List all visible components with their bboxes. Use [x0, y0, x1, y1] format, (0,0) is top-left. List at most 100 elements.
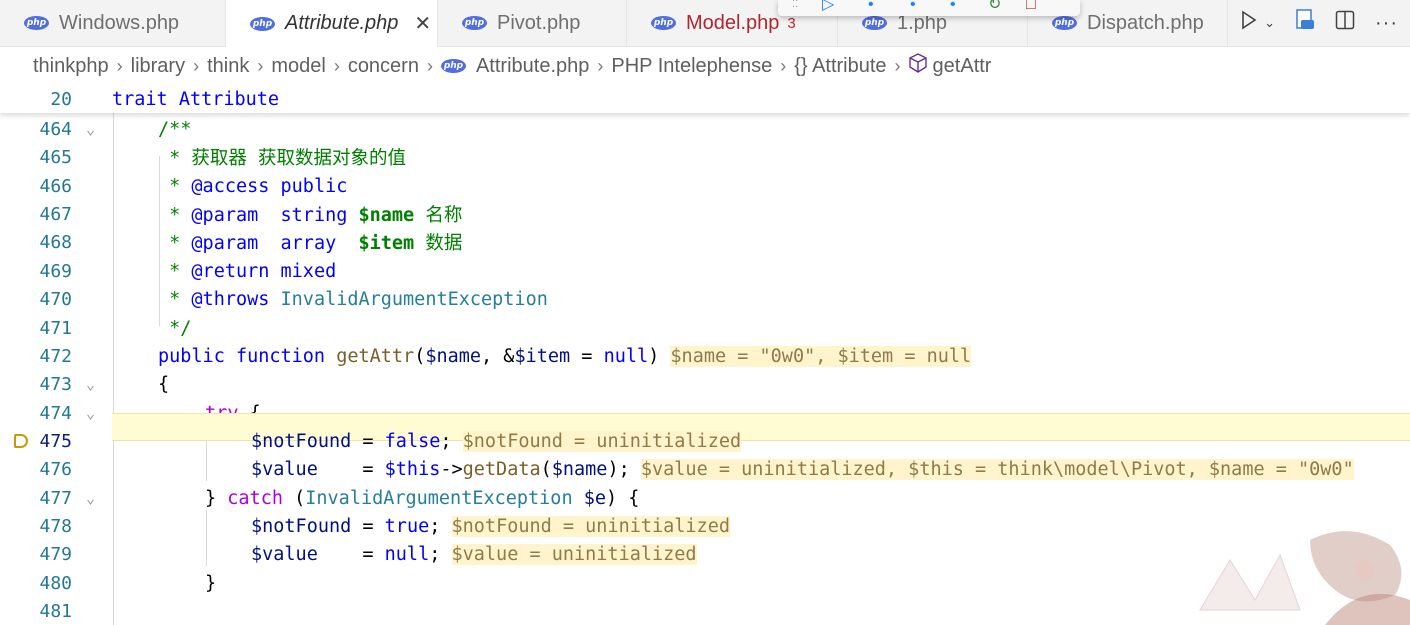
- variable: $e: [583, 487, 606, 509]
- restart-icon[interactable]: ↻: [988, 0, 1001, 13]
- punctuation: (: [540, 458, 552, 480]
- line-number: 465: [39, 146, 72, 168]
- inline-value: $notFound = uninitialized: [462, 430, 742, 452]
- line-number: 478: [39, 515, 72, 537]
- doc-tag: @param: [191, 233, 259, 254]
- code-line: 471 */: [0, 314, 1410, 342]
- code-editor[interactable]: 464 ⌄ /** 465 * 获取器 获取数据对象的值 466 * @acce…: [0, 85, 1410, 625]
- php-file-icon: php: [440, 59, 466, 73]
- comment: *: [158, 288, 192, 310]
- code-line: 465 * 获取器 获取数据对象的值: [0, 143, 1410, 171]
- split-editor-icon[interactable]: [1335, 10, 1355, 36]
- breadcrumb-item[interactable]: Attribute.php: [476, 55, 589, 78]
- doc-tag: @param: [191, 205, 259, 226]
- punctuation: , &: [481, 345, 515, 367]
- doc-var: $item: [358, 233, 415, 254]
- breadcrumb-item[interactable]: {} Attribute: [794, 55, 886, 78]
- tab-windows-php[interactable]: php Windows.php: [0, 0, 226, 46]
- step-into-icon[interactable]: •: [910, 0, 916, 13]
- chevron-right-icon: ›: [780, 55, 787, 76]
- continue-icon[interactable]: ▷: [822, 0, 834, 13]
- keyword: null: [384, 543, 430, 565]
- tab-label: Model.php: [686, 11, 780, 34]
- line-number: 481: [39, 600, 72, 622]
- doc-type: InvalidArgumentException: [269, 288, 548, 310]
- punctuation: =: [317, 543, 385, 565]
- sticky-code: trait Attribute: [112, 88, 280, 110]
- fold-chevron-icon[interactable]: ⌄: [86, 489, 95, 507]
- inline-value: $value = uninitialized: [451, 543, 697, 565]
- line-number: 20: [50, 88, 72, 110]
- code-line: 468 * @param array $item 数据: [0, 228, 1410, 256]
- doc-tag: @throws: [191, 288, 270, 310]
- code-line: 469 * @return mixed: [0, 257, 1410, 285]
- punctuation: );: [607, 458, 630, 480]
- punctuation: (: [414, 345, 426, 367]
- doc-tag: @return: [191, 260, 270, 282]
- line-number: 468: [39, 231, 72, 253]
- comment: /**: [158, 118, 192, 140]
- doc-type: mixed: [269, 260, 337, 282]
- breadcrumb-item[interactable]: model: [271, 55, 325, 78]
- code-line: 466 * @access public: [0, 172, 1410, 200]
- more-actions-icon[interactable]: ···: [1375, 12, 1398, 35]
- stop-icon[interactable]: □: [1026, 0, 1036, 13]
- line-number: 471: [39, 317, 72, 339]
- line-number: 464: [39, 118, 72, 140]
- php-doc-icon[interactable]: [1295, 9, 1315, 37]
- chevron-right-icon: ›: [894, 55, 901, 76]
- punctuation: ): [648, 345, 660, 367]
- doc-type: string: [258, 205, 359, 226]
- tab-pivot-php[interactable]: php Pivot.php: [438, 0, 627, 46]
- keyword: catch: [227, 487, 283, 509]
- breadcrumb-item[interactable]: library: [131, 55, 185, 78]
- code-line: 476 $value = $this->getData($name); $val…: [0, 455, 1410, 483]
- code-line: 464 ⌄ /**: [0, 115, 1410, 143]
- function-name: getAttr: [336, 345, 415, 367]
- code-line: 20 trait Attribute: [0, 85, 1410, 113]
- punctuation: {: [158, 373, 170, 395]
- tab-attribute-php[interactable]: php Attribute.php ✕: [226, 0, 438, 47]
- punctuation: =: [351, 430, 385, 452]
- comment: 数据: [414, 233, 463, 254]
- close-icon[interactable]: ✕: [414, 11, 431, 36]
- breadcrumb: thinkphp › library › think › model › con…: [0, 47, 1410, 85]
- doc-type: array: [258, 233, 359, 254]
- comment: *: [158, 233, 192, 254]
- variable: $notFound: [251, 430, 352, 452]
- breadcrumb-item[interactable]: PHP Intelephense: [611, 55, 772, 78]
- chevron-down-icon[interactable]: ⌄: [1264, 15, 1275, 31]
- run-icon[interactable]: [1240, 10, 1258, 36]
- breakpoint-icon[interactable]: [14, 434, 28, 448]
- inline-value: $name = "0w0", $item = null: [670, 345, 972, 367]
- drag-handle-icon[interactable]: ⁚⁚: [792, 0, 798, 13]
- variable: $value: [251, 543, 318, 565]
- breadcrumb-item[interactable]: getAttr: [933, 55, 992, 78]
- breadcrumb-item[interactable]: concern: [348, 55, 419, 78]
- code-line: 473 ⌄ {: [0, 370, 1410, 398]
- comment: */: [158, 317, 192, 339]
- step-over-icon[interactable]: •: [868, 0, 874, 13]
- code-line: 472 public function getAttr($name, &$ite…: [0, 342, 1410, 370]
- breadcrumb-item[interactable]: think: [207, 55, 249, 78]
- sticky-scroll-header[interactable]: 20 trait Attribute: [0, 85, 1410, 113]
- keyword: public: [158, 345, 225, 367]
- fold-chevron-icon[interactable]: ⌄: [86, 375, 95, 393]
- step-out-icon[interactable]: •: [950, 0, 956, 13]
- editor-actions: ⌄ ···: [1240, 0, 1410, 46]
- line-number: 474: [39, 402, 72, 424]
- keyword: function: [235, 345, 326, 367]
- debug-toolbar: ⁚⁚ ▷ • • • ↻ □: [778, 0, 1080, 16]
- line-number: 469: [39, 260, 72, 282]
- variable: $name: [425, 345, 482, 367]
- fold-chevron-icon[interactable]: ⌄: [86, 120, 95, 138]
- line-number: 470: [39, 288, 72, 310]
- doc-tag: @access: [191, 175, 270, 197]
- fold-chevron-icon[interactable]: ⌄: [86, 404, 95, 422]
- line-number: 473: [39, 373, 72, 395]
- tab-label: Pivot.php: [497, 11, 581, 34]
- punctuation: ->: [440, 458, 463, 480]
- breadcrumb-item[interactable]: thinkphp: [33, 55, 109, 78]
- chevron-right-icon: ›: [426, 55, 433, 76]
- tab-label: Dispatch.php: [1087, 11, 1204, 34]
